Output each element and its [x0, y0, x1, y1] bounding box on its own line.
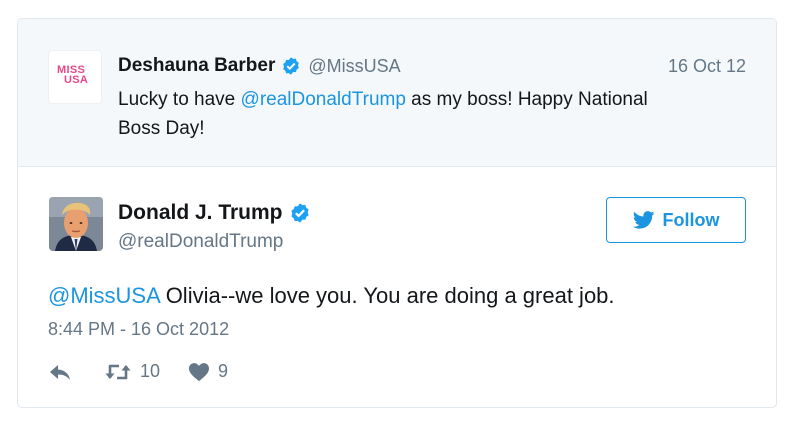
verified-badge-icon — [290, 203, 309, 223]
follow-button[interactable]: Follow — [606, 197, 746, 243]
embedded-tweet-card: MISS USA Deshauna Barber @MissUSA 16 Oct… — [17, 18, 777, 408]
quoted-text: Lucky to have @realDonaldTrump as my bos… — [118, 85, 678, 143]
reply-button[interactable] — [48, 362, 72, 382]
retweet-count: 10 — [140, 361, 161, 381]
twitter-bird-icon — [632, 211, 654, 229]
like-button[interactable]: 9 — [188, 361, 228, 382]
tweet-body: Olivia--we love you. You are doing a gre… — [159, 283, 615, 308]
reply-icon — [50, 364, 70, 380]
missusa-logo: MISS USA — [57, 65, 89, 86]
verified-badge-icon — [283, 57, 300, 75]
quoted-header: Deshauna Barber @MissUSA — [118, 55, 401, 77]
mention-link[interactable]: @MissUSA — [48, 283, 160, 308]
quoted-author-name[interactable]: Deshauna Barber — [118, 55, 275, 77]
like-count: 9 — [218, 361, 229, 381]
quoted-author-handle[interactable]: @MissUSA — [308, 56, 400, 77]
retweet-button[interactable]: 10 — [104, 361, 160, 382]
author-handle[interactable]: @realDonaldTrump — [118, 231, 283, 253]
retweet-icon — [105, 364, 131, 379]
tweet-text: @MissUSA Olivia--we love you. You are do… — [48, 283, 615, 309]
quoted-tweet[interactable]: MISS USA Deshauna Barber @MissUSA 16 Oct… — [18, 19, 776, 167]
quoted-text-before: Lucky to have — [118, 89, 241, 110]
quoted-date[interactable]: 16 Oct 12 — [668, 56, 746, 77]
avatar[interactable] — [49, 197, 103, 251]
tweet-header: Donald J. Trump — [118, 201, 311, 225]
quoted-avatar[interactable]: MISS USA — [48, 50, 102, 104]
tweet-timestamp[interactable]: 8:44 PM - 16 Oct 2012 — [48, 319, 229, 340]
author-name[interactable]: Donald J. Trump — [118, 201, 283, 225]
follow-label: Follow — [662, 209, 720, 230]
profile-photo — [49, 197, 103, 251]
logo-line2: USA — [64, 74, 89, 86]
heart-icon — [189, 362, 210, 381]
tweet-actions: 10 9 — [48, 361, 228, 382]
quoted-mention-link[interactable]: @realDonaldTrump — [241, 89, 406, 110]
